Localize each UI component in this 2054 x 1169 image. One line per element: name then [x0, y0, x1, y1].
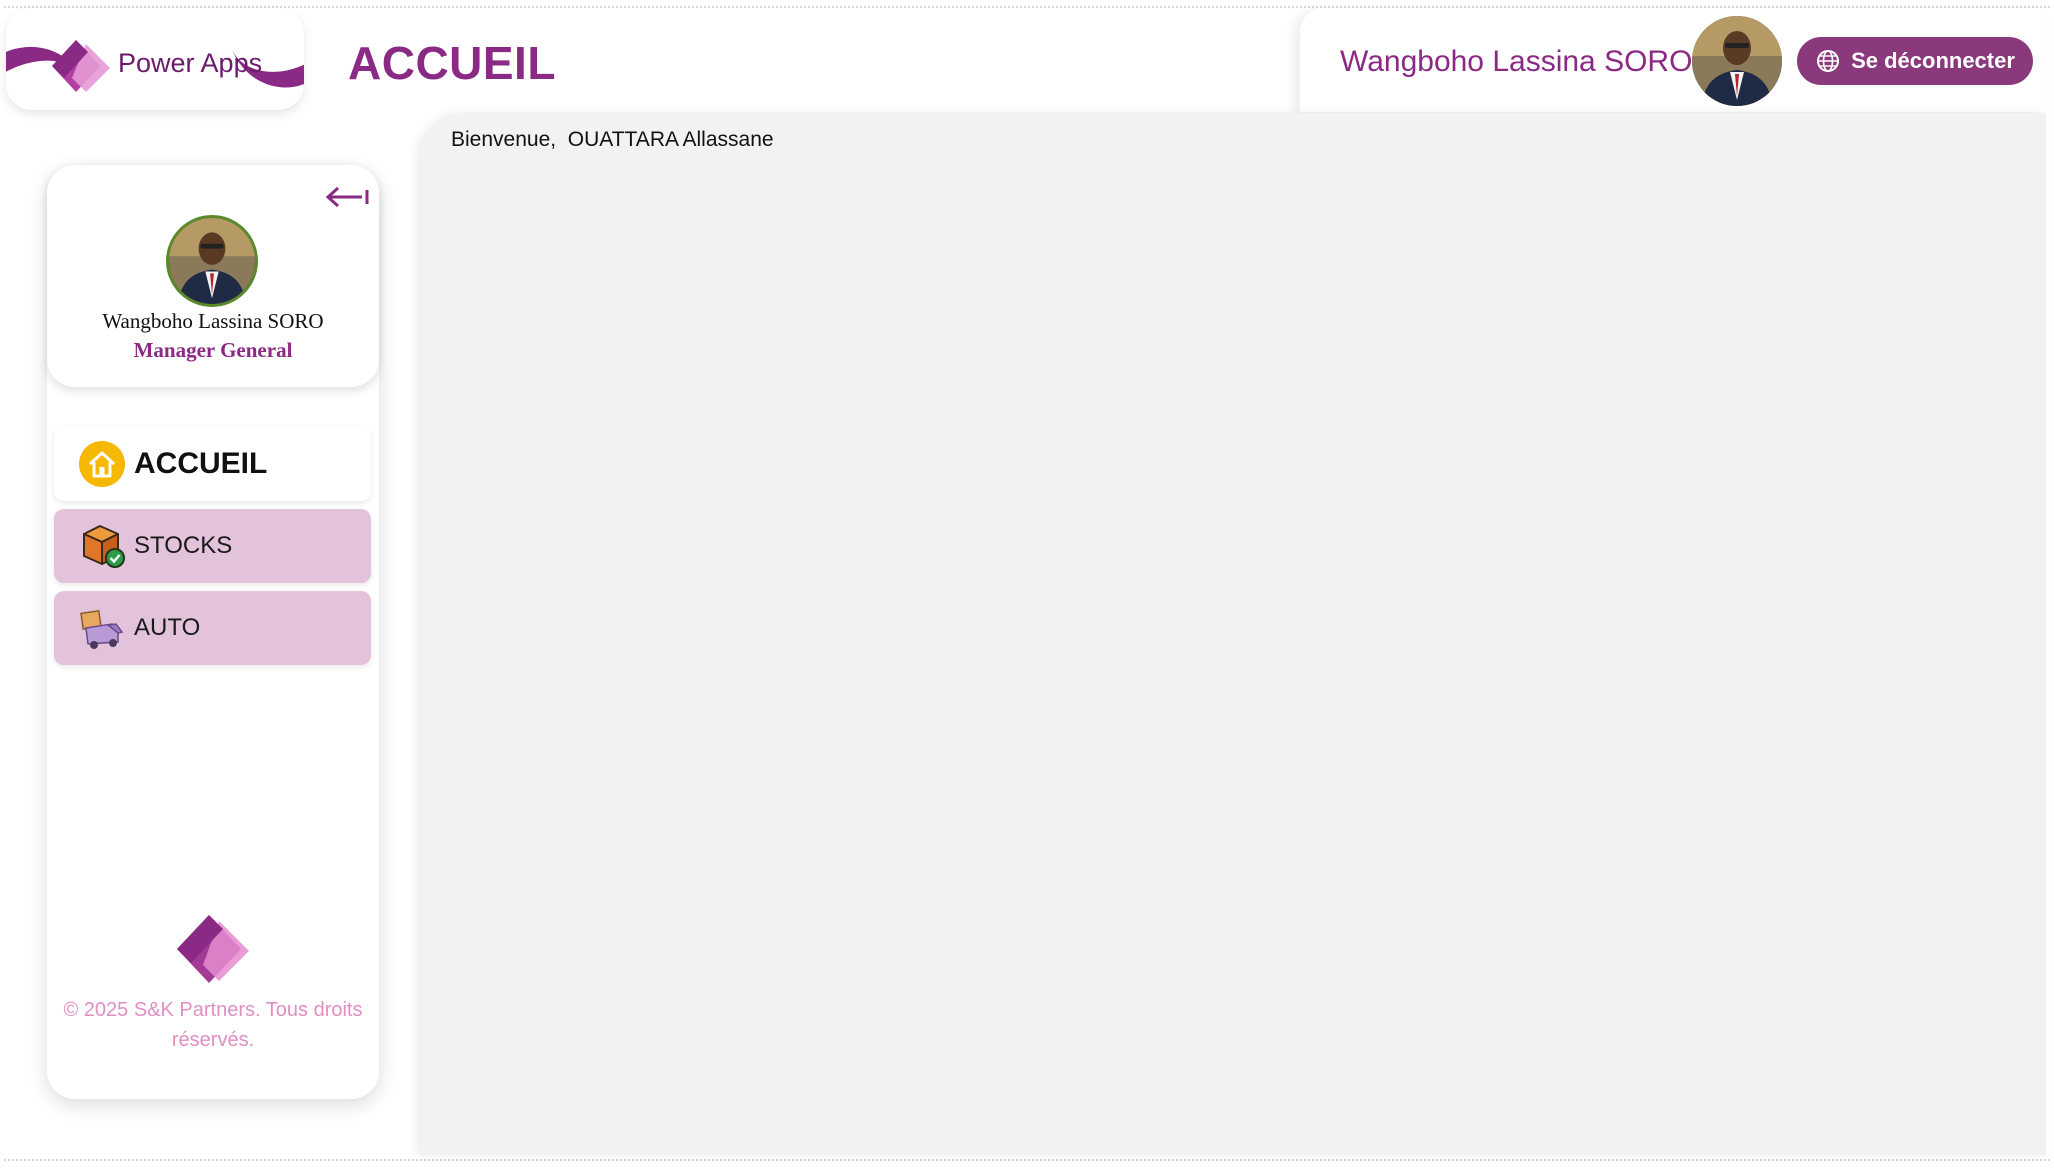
page-title: ACCUEIL: [348, 37, 556, 89]
profile-card: Wangboho Lassina SORO Manager General: [47, 165, 379, 387]
header-avatar: [1692, 16, 1782, 106]
welcome-message: Bienvenue, OUATTARA Allassane: [451, 128, 774, 152]
sidebar-item-label: AUTO: [134, 614, 201, 641]
delivery-truck-icon: [78, 604, 126, 652]
power-apps-logo-icon: [52, 40, 110, 92]
package-check-icon: [78, 522, 126, 570]
sidebar-item-stocks[interactable]: STOCKS: [54, 509, 371, 583]
collapse-sidebar-button[interactable]: [323, 179, 371, 215]
sidebar-item-label: STOCKS: [134, 532, 233, 559]
profile-avatar: [166, 215, 258, 307]
sidebar-item-label: ACCUEIL: [134, 447, 268, 480]
copyright-text: © 2025 S&K Partners. Tous droits réservé…: [63, 999, 363, 1051]
logout-label: Se déconnecter: [1851, 48, 2015, 73]
home-icon: [78, 440, 126, 488]
profile-role: Manager General: [133, 338, 293, 362]
globe-icon: [1817, 50, 1840, 72]
app-logo-text: Power Apps: [118, 48, 263, 78]
app-logo-card: Power Apps: [6, 8, 304, 110]
sidebar-item-accueil[interactable]: ACCUEIL: [54, 427, 371, 501]
arrow-left-bar-icon: [325, 186, 369, 208]
logout-button[interactable]: Se déconnecter: [1797, 37, 2033, 85]
person-portrait-icon: [169, 218, 255, 304]
power-apps-logo-icon: [177, 915, 249, 983]
header-user-name: Wangboho Lassina SORO: [1340, 45, 1693, 78]
main-content: Bienvenue, OUATTARA Allassane: [421, 113, 2046, 1155]
welcome-user-name: OUATTARA Allassane: [567, 128, 774, 151]
welcome-prefix: Bienvenue,: [451, 128, 557, 151]
sidebar-item-auto[interactable]: AUTO: [54, 591, 371, 665]
header-user-panel: Wangboho Lassina SORO Se déconnecter: [1300, 8, 2046, 112]
profile-name: Wangboho Lassina SORO: [102, 309, 324, 333]
sidebar: Wangboho Lassina SORO Manager General AC…: [47, 165, 379, 1099]
person-portrait-icon: [1692, 16, 1782, 106]
